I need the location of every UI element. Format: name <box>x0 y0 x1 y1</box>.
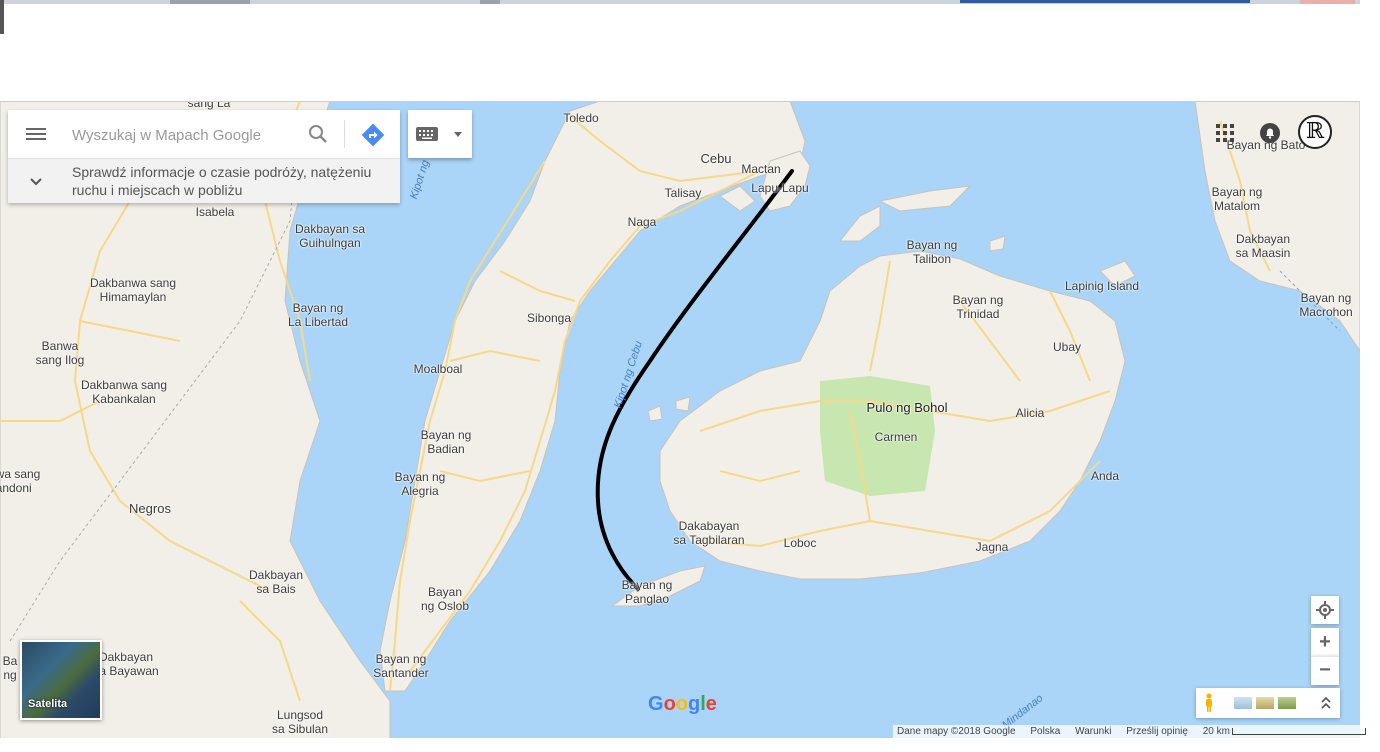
search-box <box>8 110 400 158</box>
scale-bar <box>1231 727 1366 735</box>
map-attribution: Dane mapy ©2018 Google Polska Warunki Pr… <box>893 725 1380 738</box>
place-label[interactable]: Bayan ng Trinidad <box>953 293 1004 321</box>
travel-info-panel[interactable]: Sprawdź informacje o czasie podróży, nat… <box>8 158 400 203</box>
place-label[interactable]: Lapu-Lapu <box>751 181 808 195</box>
satellite-toggle[interactable]: Satelita <box>20 640 102 720</box>
place-label[interactable]: Bayan ng Santander <box>373 652 428 680</box>
my-location-button[interactable] <box>1311 596 1339 624</box>
travel-info-text: Sprawdź informacje o czasie podróży, nat… <box>72 164 372 198</box>
place-label[interactable]: Toledo <box>563 111 598 125</box>
layer-thumb-terrain[interactable] <box>1256 697 1274 709</box>
place-label[interactable]: Bayan ng La Libertad <box>288 301 348 329</box>
tab-strip <box>0 0 1360 4</box>
place-label[interactable]: Bayan ng Talibon <box>907 238 958 266</box>
place-label[interactable]: Banwa sang Ilog <box>36 339 85 367</box>
keyboard-icon[interactable] <box>416 127 438 141</box>
place-label[interactable]: Loboc <box>784 536 817 550</box>
divider <box>344 120 345 148</box>
layer-thumb-transit[interactable] <box>1234 697 1252 709</box>
browser-top-area <box>0 0 1380 100</box>
tab[interactable] <box>170 0 250 4</box>
directions-icon[interactable] <box>360 122 386 148</box>
place-label[interactable]: Dakabayan sa Tagbilaran <box>673 519 744 547</box>
input-tools <box>408 110 472 158</box>
place-label[interactable]: Bayan ng Badian <box>421 428 472 456</box>
my-location-icon <box>1316 601 1334 619</box>
country-link[interactable]: Polska <box>1030 726 1060 737</box>
zoom-out-button[interactable]: − <box>1311 656 1339 685</box>
place-label[interactable]: Cebu <box>700 152 731 166</box>
place-label[interactable]: Sibonga <box>527 311 571 325</box>
place-label[interactable]: Bayan ng Matalom <box>1212 185 1263 213</box>
place-label[interactable]: Bayan ng Panglao <box>622 578 673 606</box>
place-label[interactable]: wa sang andoni <box>0 467 40 495</box>
bottom-edge <box>0 738 1380 752</box>
place-label[interactable]: Lungsod sa Sibulan <box>272 708 328 736</box>
satellite-label: Satelita <box>28 698 68 710</box>
place-label[interactable]: Talisay <box>665 186 702 200</box>
place-label[interactable]: Jagna <box>976 540 1009 554</box>
place-label[interactable]: Dakbanwa sang Kabankalan <box>81 378 167 406</box>
place-label[interactable]: Moalboal <box>414 362 463 376</box>
place-label[interactable]: Isabela <box>196 205 235 219</box>
map-data-credit: Dane mapy ©2018 Google <box>897 726 1016 737</box>
place-label[interactable]: Carmen <box>875 430 918 444</box>
search-icon[interactable] <box>306 122 330 146</box>
place-label[interactable]: Dakbayan sa Guihulngan <box>295 222 365 250</box>
chevron-down-icon[interactable] <box>26 171 46 191</box>
place-label[interactable]: Mactan <box>741 162 780 176</box>
place-label[interactable]: Ubay <box>1053 340 1081 354</box>
place-label[interactable]: Pulo ng Bohol <box>867 401 948 415</box>
bell-icon[interactable] <box>1259 122 1281 144</box>
place-label[interactable]: Negros <box>129 502 171 516</box>
terms-link[interactable]: Warunki <box>1075 726 1111 737</box>
place-label[interactable]: Bayan ng Macrohon <box>1299 291 1352 319</box>
layers-bar <box>1196 688 1340 718</box>
search-input[interactable] <box>70 122 294 148</box>
window-edge <box>0 0 4 34</box>
google-logo: Google <box>648 693 717 715</box>
place-label[interactable]: Ba ng <box>3 654 18 682</box>
menu-icon[interactable] <box>26 126 46 142</box>
place-label[interactable]: Bayan ng Alegria <box>395 470 446 498</box>
pegman-icon[interactable] <box>1204 693 1214 713</box>
place-label[interactable]: Lapinig Island <box>1065 279 1139 293</box>
expand-icon[interactable] <box>1320 696 1332 710</box>
place-label[interactable]: Dakbayan sa Bais <box>249 568 303 596</box>
tab[interactable] <box>1300 0 1355 4</box>
tab[interactable] <box>480 0 500 4</box>
place-label[interactable]: Bayan ng Oslob <box>421 585 469 613</box>
place-label[interactable]: Dakbayan sa Maasin <box>1236 232 1291 260</box>
place-label[interactable]: sang La <box>188 102 231 110</box>
apps-grid-icon[interactable] <box>1216 124 1234 142</box>
avatar[interactable]: ℝ <box>1298 115 1332 149</box>
layer-thumb-bike[interactable] <box>1278 697 1296 709</box>
scrollbar-area <box>1360 100 1380 740</box>
zoom-in-button[interactable]: + <box>1311 628 1339 656</box>
place-label[interactable]: Naga <box>628 215 657 229</box>
place-label[interactable]: Alicia <box>1016 406 1045 420</box>
tab-active[interactable] <box>960 0 1250 3</box>
scale-label[interactable]: 20 km <box>1203 726 1230 737</box>
place-label[interactable]: Anda <box>1091 469 1119 483</box>
feedback-link[interactable]: Prześlij opinię <box>1126 726 1188 737</box>
place-label[interactable]: Dakbanwa sang Himamaylan <box>90 276 176 304</box>
place-label[interactable]: Dakbayan sa Bayawan <box>93 650 158 678</box>
dropdown-arrow-icon[interactable] <box>454 132 462 137</box>
